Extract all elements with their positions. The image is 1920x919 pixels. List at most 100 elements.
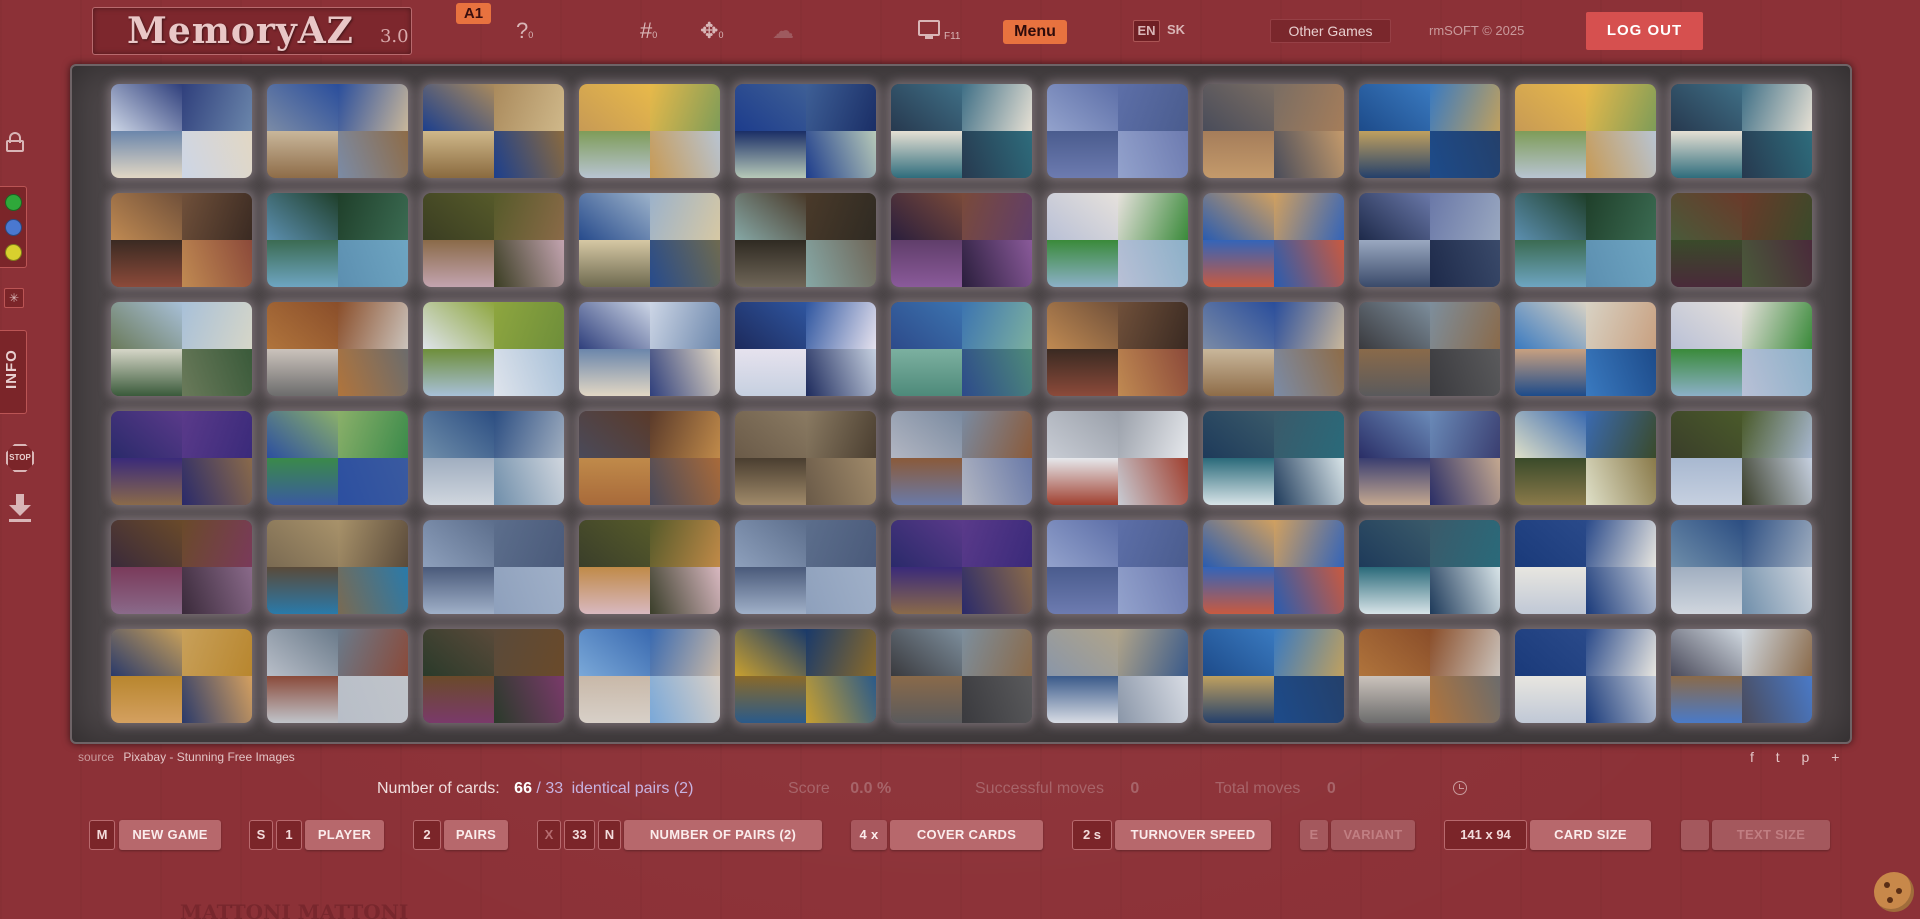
memory-card[interactable]	[111, 520, 252, 614]
memory-card[interactable]	[1671, 302, 1812, 396]
memory-card[interactable]	[579, 193, 720, 287]
memory-card[interactable]	[891, 411, 1032, 505]
memory-card[interactable]	[1671, 193, 1812, 287]
memory-card[interactable]	[1203, 193, 1344, 287]
puzzle-icon[interactable]: ✥0	[700, 18, 723, 44]
memory-card[interactable]	[1203, 629, 1344, 723]
memory-card[interactable]	[423, 411, 564, 505]
player-button[interactable]: PLAYER	[305, 820, 384, 850]
source-link[interactable]: Pixabay - Stunning Free Images	[123, 750, 294, 764]
memory-card[interactable]	[1671, 84, 1812, 178]
color-dot-green[interactable]	[5, 194, 22, 211]
memory-card[interactable]	[111, 302, 252, 396]
memory-card[interactable]	[579, 302, 720, 396]
logout-button[interactable]: LOG OUT	[1586, 12, 1703, 50]
variant-key[interactable]: E	[1300, 820, 1328, 850]
turnover-speed-button[interactable]: TURNOVER SPEED	[1115, 820, 1271, 850]
memory-card[interactable]	[735, 84, 876, 178]
numpairs-value[interactable]: 33	[564, 820, 595, 850]
memory-card[interactable]	[1203, 84, 1344, 178]
memory-card[interactable]	[1203, 520, 1344, 614]
numpairs-key-x[interactable]: X	[537, 820, 561, 850]
memory-card[interactable]	[111, 193, 252, 287]
memory-card[interactable]	[891, 84, 1032, 178]
memory-card[interactable]	[1359, 411, 1500, 505]
memory-card[interactable]	[1047, 411, 1188, 505]
pairs-count[interactable]: 2	[413, 820, 441, 850]
numpairs-button[interactable]: NUMBER OF PAIRS (2)	[624, 820, 822, 850]
memory-card[interactable]	[1515, 411, 1656, 505]
clock-icon[interactable]	[1453, 781, 1467, 795]
card-size-button[interactable]: CARD SIZE	[1530, 820, 1651, 850]
card-size-value[interactable]: 141 x 94	[1444, 820, 1527, 850]
player-value[interactable]: 1	[276, 820, 302, 850]
memory-card[interactable]	[579, 629, 720, 723]
stop-icon[interactable]: STOP	[6, 444, 34, 472]
memory-card[interactable]	[891, 520, 1032, 614]
variant-button[interactable]: VARIANT	[1331, 820, 1415, 850]
memory-card[interactable]	[735, 520, 876, 614]
memory-card[interactable]	[891, 629, 1032, 723]
menu-button[interactable]: Menu	[1003, 20, 1067, 44]
memory-card[interactable]	[423, 629, 564, 723]
share-icons[interactable]: f t p +	[1750, 749, 1848, 765]
memory-card[interactable]	[891, 302, 1032, 396]
player-key[interactable]: S	[249, 820, 273, 850]
memory-card[interactable]	[1359, 84, 1500, 178]
memory-card[interactable]	[1047, 193, 1188, 287]
text-size-button[interactable]: TEXT SIZE	[1712, 820, 1830, 850]
memory-card[interactable]	[111, 629, 252, 723]
memory-card[interactable]	[735, 193, 876, 287]
memory-card[interactable]	[111, 411, 252, 505]
hash-icon[interactable]: #0	[640, 18, 657, 44]
memory-card[interactable]	[267, 84, 408, 178]
memory-card[interactable]	[1359, 629, 1500, 723]
memory-card[interactable]	[1047, 520, 1188, 614]
memory-card[interactable]	[267, 520, 408, 614]
memory-card[interactable]	[1515, 84, 1656, 178]
memory-card[interactable]	[423, 302, 564, 396]
new-game-key[interactable]: M	[89, 820, 115, 850]
memory-card[interactable]	[267, 302, 408, 396]
memory-card[interactable]	[1515, 302, 1656, 396]
cookie-icon[interactable]	[1874, 872, 1914, 912]
memory-card[interactable]	[1359, 520, 1500, 614]
memory-card[interactable]	[267, 193, 408, 287]
speed-value[interactable]: 2 s	[1072, 820, 1112, 850]
info-tab[interactable]: INFO	[0, 330, 27, 414]
memory-card[interactable]	[735, 629, 876, 723]
color-dot-blue[interactable]	[5, 219, 22, 236]
numpairs-key-n[interactable]: N	[598, 820, 621, 850]
memory-card[interactable]	[1515, 520, 1656, 614]
memory-card[interactable]	[1359, 302, 1500, 396]
download-icon[interactable]	[9, 494, 31, 522]
settings-icon[interactable]: ✳	[4, 288, 24, 308]
memory-card[interactable]	[1359, 193, 1500, 287]
memory-card[interactable]	[1203, 302, 1344, 396]
memory-card[interactable]	[423, 193, 564, 287]
memory-card[interactable]	[1203, 411, 1344, 505]
monitor-icon[interactable]	[918, 20, 940, 36]
memory-card[interactable]	[891, 193, 1032, 287]
memory-card[interactable]	[579, 84, 720, 178]
memory-card[interactable]	[1047, 84, 1188, 178]
other-games-button[interactable]: Other Games	[1270, 19, 1391, 43]
memory-card[interactable]	[1671, 520, 1812, 614]
memory-card[interactable]	[579, 411, 720, 505]
lang-sk-button[interactable]: SK	[1167, 22, 1185, 37]
memory-card[interactable]	[423, 84, 564, 178]
memory-card[interactable]	[267, 411, 408, 505]
memory-card[interactable]	[267, 629, 408, 723]
memory-card[interactable]	[735, 302, 876, 396]
level-badge[interactable]: A1	[456, 3, 491, 24]
help-icon[interactable]: ?0	[516, 18, 533, 44]
memory-card[interactable]	[111, 84, 252, 178]
cover-count[interactable]: 4 x	[851, 820, 887, 850]
memory-card[interactable]	[1047, 629, 1188, 723]
lang-en-button[interactable]: EN	[1133, 20, 1160, 42]
lock-icon[interactable]	[6, 132, 24, 152]
new-game-button[interactable]: NEW GAME	[119, 820, 221, 850]
pairs-button[interactable]: PAIRS	[444, 820, 508, 850]
memory-card[interactable]	[1515, 629, 1656, 723]
color-dot-yellow[interactable]	[5, 244, 22, 261]
